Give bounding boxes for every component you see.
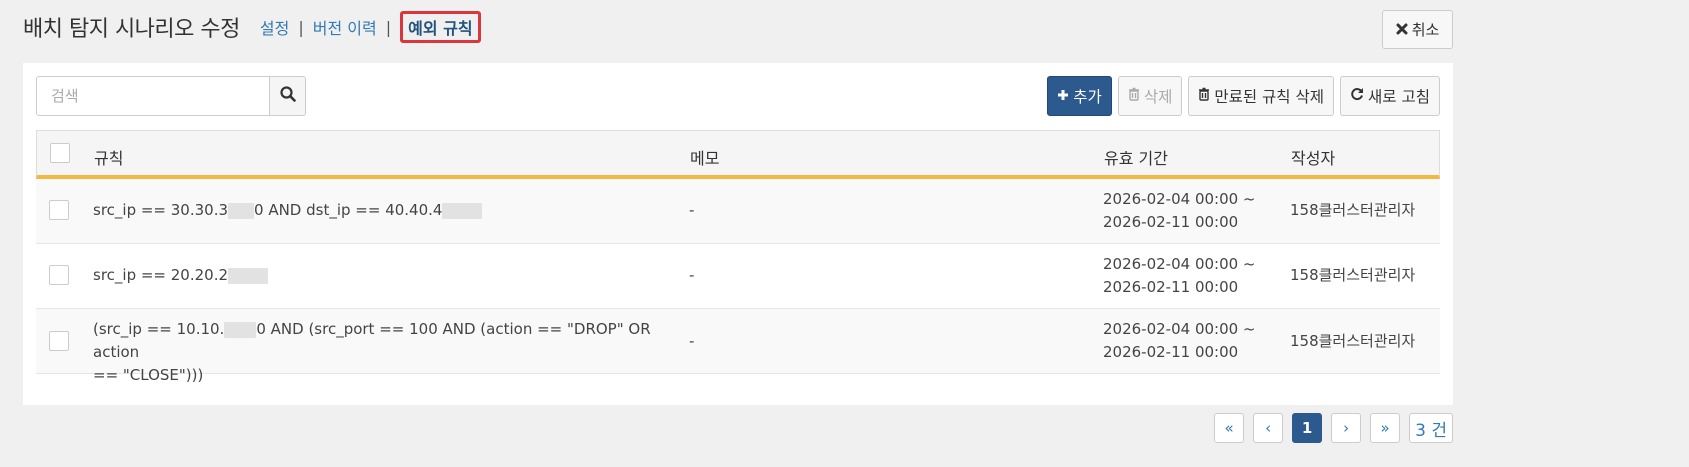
- period-cell: 2026-02-04 00:00 ~ 2026-02-11 00:00: [1103, 318, 1263, 364]
- tab-separator: |: [385, 17, 392, 37]
- search-group: [36, 76, 306, 116]
- refresh-label: 새로 고침: [1368, 88, 1430, 106]
- column-header-author: 작성자: [1291, 149, 1336, 168]
- rule-text: 0 AND dst_ip == 40.40.4: [254, 201, 443, 219]
- column-header-period: 유효 기간: [1104, 149, 1168, 168]
- delete-button[interactable]: 삭제: [1117, 76, 1183, 116]
- delete-label: 삭제: [1143, 88, 1173, 106]
- author-cell: 158클러스터관리자: [1290, 201, 1416, 219]
- table-row[interactable]: src_ip == 30.30.3 0 AND dst_ip == 40.40.4…: [36, 179, 1440, 244]
- pagination: « ‹ 1 › » 3 건: [1214, 413, 1453, 443]
- page-title: 배치 탐지 시나리오 수정: [23, 17, 240, 42]
- table-row[interactable]: (src_ip == 10.10. 0 AND (src_port == 100 …: [36, 309, 1440, 384]
- redacted-block: [228, 267, 269, 284]
- period-end: 2026-02-11 00:00: [1103, 343, 1239, 361]
- author-cell: 158클러스터관리자: [1290, 266, 1416, 284]
- total-count: 3 건: [1409, 413, 1453, 443]
- period-cell: 2026-02-04 00:00 ~ 2026-02-11 00:00: [1103, 253, 1263, 299]
- delete-expired-label: 만료된 규칙 삭제: [1214, 88, 1325, 106]
- prev-page-button[interactable]: ‹: [1253, 413, 1284, 443]
- cancel-button[interactable]: 취소: [1382, 10, 1453, 49]
- next-page-button[interactable]: ›: [1331, 413, 1362, 443]
- search-icon: [279, 86, 296, 106]
- delete-expired-button[interactable]: 만료된 규칙 삭제: [1188, 76, 1335, 116]
- column-header-memo: 메모: [690, 149, 720, 168]
- refresh-icon: [1350, 87, 1364, 105]
- period-start: 2026-02-04 00:00 ~: [1103, 190, 1256, 208]
- trash-icon: [1198, 87, 1210, 105]
- add-button[interactable]: 추가: [1047, 76, 1112, 116]
- first-page-button[interactable]: «: [1214, 413, 1245, 443]
- period-start: 2026-02-04 00:00 ~: [1103, 320, 1256, 338]
- select-all-checkbox[interactable]: [50, 143, 70, 163]
- period-end: 2026-02-11 00:00: [1103, 278, 1239, 296]
- column-header-rule: 규칙: [94, 149, 124, 168]
- search-button[interactable]: [270, 76, 306, 116]
- add-label: 추가: [1073, 88, 1102, 106]
- tab-exception-rules[interactable]: 예외 규칙: [400, 11, 481, 43]
- memo-cell: -: [689, 201, 695, 219]
- page-button-current[interactable]: 1: [1292, 413, 1323, 443]
- period-start: 2026-02-04 00:00 ~: [1103, 255, 1256, 273]
- rule-text: src_ip == 30.30.3: [93, 201, 229, 219]
- rule-text: == "CLOSE"))): [93, 366, 204, 384]
- row-checkbox[interactable]: [49, 265, 69, 285]
- author-cell: 158클러스터관리자: [1290, 332, 1416, 350]
- period-end: 2026-02-11 00:00: [1103, 213, 1239, 231]
- rule-cell: src_ip == 20.20.2: [93, 264, 683, 287]
- page-header: 배치 탐지 시나리오 수정 설정 | 버전 이력 | 예외 규칙: [23, 11, 481, 43]
- rule-cell: (src_ip == 10.10. 0 AND (src_port == 100 …: [93, 318, 683, 387]
- period-cell: 2026-02-04 00:00 ~ 2026-02-11 00:00: [1103, 188, 1263, 234]
- redacted-block: [224, 321, 257, 338]
- trash-icon: [1128, 87, 1140, 105]
- close-icon: [1396, 21, 1408, 39]
- redacted-block: [442, 202, 483, 219]
- plus-icon: [1057, 87, 1069, 105]
- table-row[interactable]: src_ip == 20.20.2 - 2026-02-04 00:00 ~ 2…: [36, 244, 1440, 309]
- table-header: 규칙 메모 유효 기간 작성자: [36, 130, 1440, 179]
- memo-cell: -: [689, 332, 695, 350]
- row-checkbox[interactable]: [49, 331, 69, 351]
- tab-separator: |: [298, 17, 304, 37]
- row-checkbox[interactable]: [49, 200, 69, 220]
- toolbar: 추가 삭제 만료된 규칙 삭제 새로 고침: [1047, 76, 1440, 116]
- search-input[interactable]: [36, 76, 270, 116]
- redacted-block: [228, 202, 255, 219]
- rule-text: (src_ip == 10.10.: [93, 320, 225, 338]
- cancel-label: 취소: [1411, 21, 1440, 39]
- tab-version-history[interactable]: 버전 이력: [313, 15, 377, 39]
- rules-table: 규칙 메모 유효 기간 작성자 src_ip == 30.30.3 0 AND d…: [36, 130, 1440, 384]
- last-page-button[interactable]: »: [1370, 413, 1401, 443]
- refresh-button[interactable]: 새로 고침: [1340, 76, 1440, 116]
- tab-settings[interactable]: 설정: [260, 15, 289, 39]
- rules-panel: 추가 삭제 만료된 규칙 삭제 새로 고침 규칙 메모 유효 기간 작: [23, 63, 1453, 405]
- rule-cell: src_ip == 30.30.3 0 AND dst_ip == 40.40.4: [93, 199, 683, 222]
- memo-cell: -: [689, 266, 695, 284]
- rule-text: src_ip == 20.20.2: [93, 266, 229, 284]
